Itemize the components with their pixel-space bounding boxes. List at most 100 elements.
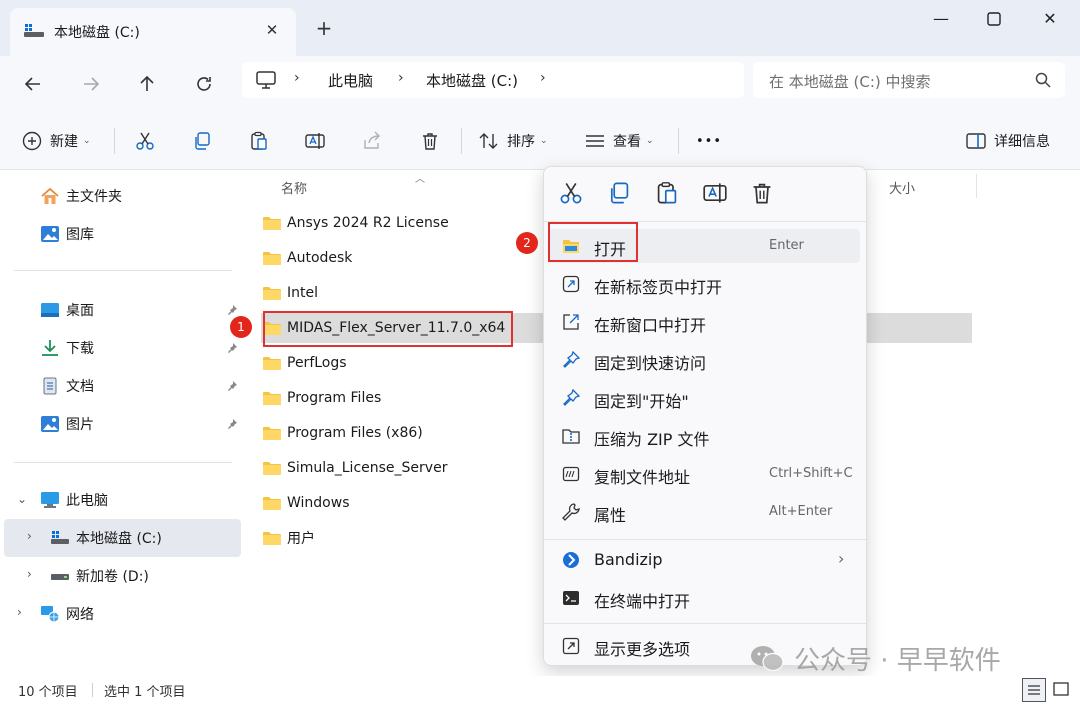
copy-icon[interactable]: [607, 181, 631, 205]
sidebar-item-this-pc[interactable]: 此电脑: [40, 482, 108, 518]
arrow-right-icon: [84, 77, 100, 91]
back-button[interactable]: [17, 68, 49, 100]
file-row[interactable]: PerfLogs: [263, 348, 347, 378]
maximize-button[interactable]: [974, 6, 1014, 32]
chevron-right-icon[interactable]: ›: [294, 70, 300, 86]
navigation-pane: 主文件夹 图库 桌面 下载 文档 图片 ⌄ 此电脑 › 本地磁盘 (C:) › …: [0, 170, 243, 676]
file-row[interactable]: Autodesk: [263, 243, 352, 273]
sort-button[interactable]: 排序 ⌄: [479, 126, 548, 156]
computer-icon: [256, 71, 276, 89]
list-view-icon: [1028, 685, 1040, 695]
menu-item-label: 在新窗口中打开: [594, 316, 707, 335]
menu-item-compress-zip[interactable]: 压缩为 ZIP 文件: [548, 419, 860, 453]
trash-icon: [423, 133, 437, 150]
refresh-icon: [197, 77, 211, 91]
scissors-icon[interactable]: [559, 181, 583, 205]
menu-item-copy-path[interactable]: 复制文件地址 Ctrl+Shift+C: [548, 457, 860, 491]
column-header-name[interactable]: 名称: [281, 178, 307, 197]
view-button[interactable]: 查看 ⌄: [585, 126, 654, 156]
chevron-right-icon[interactable]: ›: [398, 70, 404, 86]
file-row[interactable]: Simula_License_Server: [263, 453, 447, 483]
column-divider[interactable]: [976, 174, 977, 198]
rename-icon: [305, 133, 325, 149]
drive-icon: [51, 531, 69, 544]
sidebar-item-local-disk[interactable]: 本地磁盘 (C:): [50, 520, 162, 556]
sidebar-item-new-volume[interactable]: 新加卷 (D:): [50, 558, 149, 594]
menu-item-label: 属性: [594, 506, 627, 525]
new-tab-button[interactable]: +: [312, 16, 336, 40]
chevron-down-icon: ⌄: [540, 136, 548, 146]
pin-icon[interactable]: [226, 342, 238, 354]
menu-item-pin-start[interactable]: 固定到"开始": [548, 381, 860, 415]
close-button[interactable]: ✕: [1030, 6, 1070, 32]
up-button[interactable]: [131, 68, 163, 100]
sidebar-item-home[interactable]: 主文件夹: [40, 178, 122, 214]
file-row[interactable]: Program Files: [263, 383, 381, 413]
tab-close-icon[interactable]: ✕: [260, 18, 284, 42]
pin-icon[interactable]: [226, 304, 238, 316]
menu-item-open-new-tab[interactable]: 在新标签页中打开: [548, 267, 860, 301]
folder-icon: [263, 497, 281, 510]
new-button[interactable]: 新建 ⌄: [22, 126, 91, 156]
file-name: Intel: [287, 285, 318, 301]
refresh-button[interactable]: [188, 68, 220, 100]
menu-item-properties[interactable]: 属性 Alt+Enter: [548, 495, 860, 529]
breadcrumb-local-disk[interactable]: 本地磁盘 (C:): [426, 70, 518, 91]
details-pane-button[interactable]: 详细信息: [966, 126, 1050, 156]
chevron-right-icon[interactable]: ›: [27, 529, 32, 543]
annotation-box-2: [548, 222, 638, 262]
chevron-right-icon[interactable]: ›: [17, 605, 22, 619]
details-view-button[interactable]: [1022, 678, 1046, 702]
address-bar[interactable]: › 此电脑 › 本地磁盘 (C:) ›: [242, 62, 744, 98]
folder-icon: [263, 392, 281, 405]
menu-item-label: 压缩为 ZIP 文件: [594, 430, 710, 449]
chevron-right-icon[interactable]: ›: [540, 70, 546, 86]
paste-button[interactable]: [249, 126, 269, 156]
breadcrumb-this-pc[interactable]: 此电脑: [328, 70, 373, 91]
menu-item-open-new-window[interactable]: 在新窗口中打开: [548, 305, 860, 339]
share-icon: [364, 131, 380, 149]
cut-button[interactable]: [135, 126, 155, 156]
file-row[interactable]: 用户: [263, 523, 315, 553]
file-row[interactable]: Windows: [263, 488, 350, 518]
copy-button[interactable]: [192, 126, 212, 156]
annotation-box-1: [263, 311, 513, 347]
file-row[interactable]: Program Files (x86): [263, 418, 423, 448]
folder-icon: [263, 427, 281, 440]
clipboard-icon[interactable]: [655, 181, 679, 205]
clipboard-icon: [251, 131, 267, 150]
sidebar-item-gallery[interactable]: 图库: [40, 216, 94, 252]
file-row[interactable]: Intel: [263, 278, 318, 308]
menu-item-bandizip[interactable]: Bandizip ›: [548, 543, 860, 577]
sidebar-item-network[interactable]: 网络: [40, 596, 94, 632]
share-button[interactable]: [362, 126, 382, 156]
sidebar-item-desktop[interactable]: 桌面: [40, 292, 94, 328]
tab-local-disk[interactable]: 本地磁盘 (C:) ✕: [10, 8, 296, 56]
forward-button[interactable]: [75, 68, 107, 100]
sort-icon: [479, 133, 498, 149]
column-header-size[interactable]: 大小: [889, 178, 915, 197]
delete-button[interactable]: [420, 126, 440, 156]
pin-icon[interactable]: [226, 380, 238, 392]
file-name: 用户: [287, 531, 315, 547]
file-row[interactable]: Ansys 2024 R2 License: [263, 208, 449, 238]
chevron-right-icon[interactable]: ›: [27, 567, 32, 581]
trash-icon[interactable]: [750, 181, 774, 205]
menu-item-pin-quick-access[interactable]: 固定到快速访问: [548, 343, 860, 377]
pin-icon[interactable]: [226, 418, 238, 430]
annotation-badge-2: 2: [516, 232, 538, 254]
minimize-button[interactable]: —: [921, 6, 961, 32]
sidebar-item-downloads[interactable]: 下载: [40, 330, 94, 366]
file-name: Program Files: [287, 390, 382, 406]
tiles-view-button[interactable]: [1050, 678, 1074, 702]
menu-item-open-terminal[interactable]: 在终端中打开: [548, 581, 860, 615]
rename-button[interactable]: [305, 126, 325, 156]
sidebar-item-pictures[interactable]: 图片: [40, 406, 94, 442]
sidebar-item-documents[interactable]: 文档: [40, 368, 94, 404]
chevron-down-icon[interactable]: ⌄: [17, 492, 27, 506]
folder-icon: [263, 287, 281, 300]
more-options-button[interactable]: •••: [696, 126, 722, 156]
search-box[interactable]: 在 本地磁盘 (C:) 中搜索: [753, 62, 1065, 98]
menu-item-label: 固定到"开始": [594, 392, 689, 411]
rename-icon[interactable]: [703, 181, 727, 205]
